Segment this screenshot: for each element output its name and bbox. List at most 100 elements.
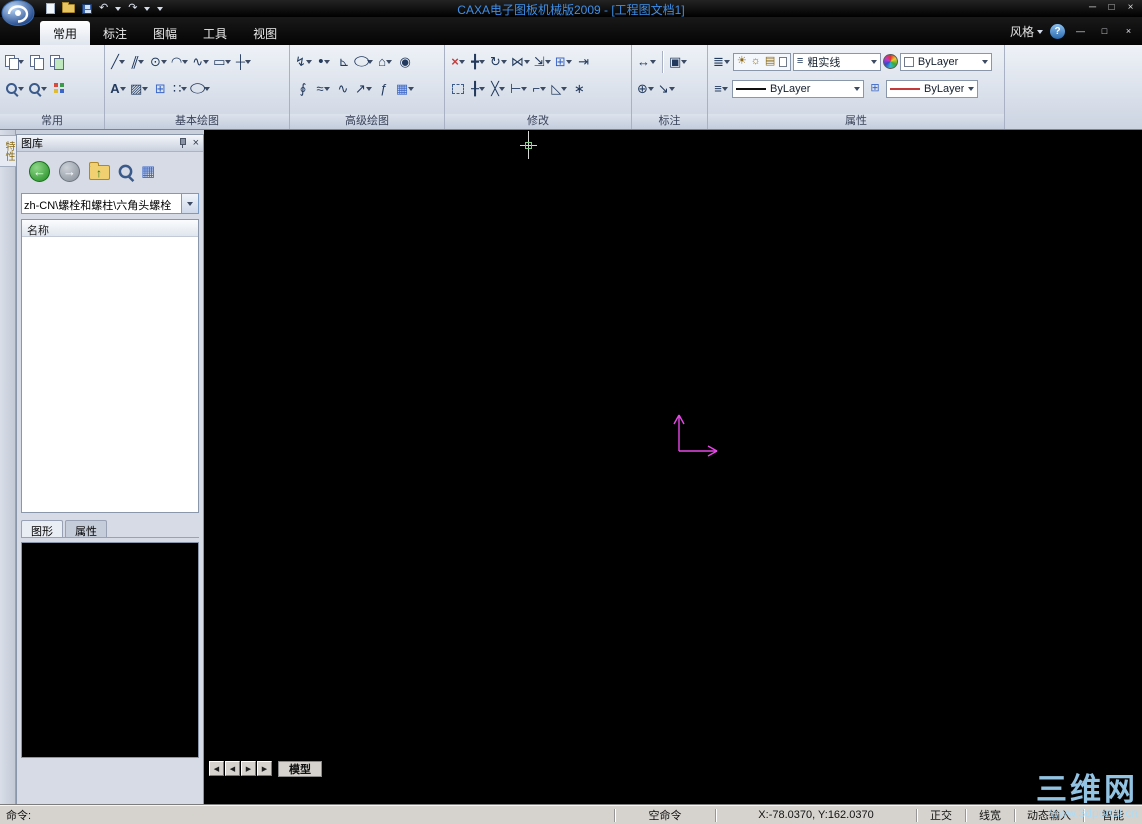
line-button[interactable]: ╱ — [109, 50, 127, 74]
color-wheel-icon[interactable] — [882, 54, 898, 69]
library-close-icon[interactable]: × — [193, 137, 199, 149]
layer-visibility-icon[interactable]: ☀ — [737, 56, 747, 67]
angle-line-button[interactable]: ⊾ — [335, 50, 353, 74]
tab-tools[interactable]: 工具 — [190, 21, 240, 45]
linewidth-select[interactable]: ByLayer — [886, 79, 978, 98]
oval-button[interactable]: ◯ — [353, 50, 374, 74]
erase-button[interactable]: × — [449, 50, 467, 74]
snap-mode-select[interactable]: 智能 — [1084, 807, 1142, 823]
tab-dimension[interactable]: 标注 — [90, 21, 140, 45]
explode-button[interactable]: ∗ — [570, 77, 588, 101]
window-controls: ─ □ × — [1083, 0, 1140, 15]
drawing-canvas[interactable]: ◀ ◀ ▶ ▶ 模型 — [204, 130, 1142, 805]
pin-icon[interactable] — [177, 137, 187, 149]
next-sheet-button[interactable]: ▶ — [241, 761, 256, 776]
view-mode-icon[interactable]: ▦ — [141, 164, 155, 179]
circle-button[interactable]: ⊙ — [149, 50, 168, 74]
parallel-line-button[interactable]: ∥ — [129, 50, 147, 74]
arrow-line-button[interactable]: ↗ — [354, 77, 373, 101]
folder-up-button[interactable]: ↑ — [89, 162, 110, 180]
array-button[interactable]: ⊞ — [554, 50, 573, 74]
display-style-button[interactable] — [50, 77, 68, 101]
tab-common[interactable]: 常用 — [40, 21, 91, 45]
ortho-toggle[interactable]: 正交 — [917, 807, 965, 823]
chamfer-button[interactable]: ◺ — [550, 77, 568, 101]
help-icon[interactable]: ? — [1050, 23, 1065, 39]
close-button[interactable]: × — [1121, 0, 1140, 15]
contour-button[interactable]: ∮ — [294, 77, 312, 101]
minimize-button[interactable]: ─ — [1083, 0, 1102, 15]
tab-graphics[interactable]: 图形 — [21, 520, 63, 538]
polygon-button[interactable]: ⌂ — [376, 50, 394, 74]
document-close-button[interactable]: × — [1120, 24, 1137, 38]
layer-freeze-icon[interactable]: ☼ — [751, 56, 761, 67]
format-brush-button[interactable] — [47, 50, 65, 74]
library-search-icon[interactable] — [117, 163, 133, 179]
first-sheet-button[interactable]: ◀ — [209, 761, 224, 776]
stretch-button[interactable]: ⇥ — [575, 50, 593, 74]
fillet-button[interactable]: ⌐ — [530, 77, 548, 101]
color-select[interactable]: ByLayer — [899, 52, 992, 71]
ellipse-button[interactable]: ◯ — [190, 77, 210, 101]
app-logo-icon[interactable] — [1, 0, 37, 27]
block-button[interactable]: ◉ — [396, 50, 414, 74]
library-path-input[interactable]: zh-CN\螺栓和螺柱\六角头螺栓 — [21, 193, 182, 214]
document-minimize-button[interactable]: — — [1072, 24, 1089, 38]
leader-button[interactable]: ↘ — [657, 77, 676, 101]
back-button[interactable]: ← — [29, 160, 50, 182]
library-list-header[interactable]: 名称 — [22, 220, 198, 237]
zigzag-line-button[interactable]: ∿ — [334, 77, 352, 101]
zoom-window-button[interactable] — [27, 77, 48, 101]
zoom-button[interactable] — [4, 77, 25, 101]
text-button[interactable]: A — [109, 77, 127, 101]
forward-button[interactable]: → — [59, 160, 80, 182]
tab-attributes[interactable]: 属性 — [65, 520, 107, 538]
style-button[interactable]: 风格 — [1010, 23, 1043, 40]
library-item-list[interactable]: 名称 — [21, 219, 199, 513]
arc-button[interactable]: ◠ — [170, 50, 189, 74]
last-sheet-button[interactable]: ▶ — [257, 761, 272, 776]
previous-sheet-button[interactable]: ◀ — [225, 761, 240, 776]
datum-button[interactable]: ⊕ — [636, 77, 655, 101]
point-button[interactable]: • — [315, 50, 333, 74]
dynamic-input-toggle[interactable]: 动态输入 — [1015, 807, 1083, 823]
layer-color-swatch[interactable] — [779, 56, 787, 67]
rectangle-button[interactable]: ▭ — [212, 50, 232, 74]
spline-button[interactable]: ∿ — [191, 50, 210, 74]
tab-view[interactable]: 视图 — [240, 21, 290, 45]
grid-block-button[interactable]: ▦ — [395, 77, 415, 101]
hatch-button[interactable]: ▨ — [129, 77, 149, 101]
model-tab[interactable]: 模型 — [278, 760, 322, 777]
maximize-button[interactable]: □ — [1102, 0, 1121, 15]
extend-button[interactable]: ⊢ — [509, 77, 528, 101]
linetype-select[interactable]: ≡ 粗实线 — [792, 52, 881, 71]
centerline-button[interactable]: ┼ — [234, 50, 252, 74]
wave-line-button[interactable]: ≈ — [314, 77, 332, 101]
document-restore-button[interactable]: □ — [1096, 24, 1113, 38]
move-button[interactable]: ╋ — [469, 50, 487, 74]
point-array-button[interactable]: ∷ — [171, 77, 189, 101]
line-style-button[interactable]: ≡ — [712, 77, 730, 101]
layer-settings-button[interactable]: ≣ — [712, 50, 731, 74]
paste-button[interactable] — [4, 50, 25, 74]
rotate-button[interactable]: ↻ — [489, 50, 508, 74]
linewidth-toggle[interactable]: 线宽 — [966, 807, 1014, 823]
polyline-button[interactable]: ↯ — [294, 50, 313, 74]
table-button[interactable]: ⊞ — [151, 77, 169, 101]
image-annotation-button[interactable]: ▣ — [668, 50, 688, 74]
copy-button[interactable] — [27, 50, 45, 74]
scale-button[interactable]: ⇲ — [533, 50, 552, 74]
linetype-style-select[interactable]: ByLayer — [732, 79, 864, 98]
break-button[interactable]: ╂ — [469, 77, 487, 101]
polygon-icon: ⌂ — [378, 54, 387, 69]
formula-curve-button[interactable]: ƒ — [375, 77, 393, 101]
trim-button[interactable]: ╳ — [489, 77, 507, 101]
tab-sheet[interactable]: 图幅 — [140, 21, 190, 45]
mirror-button[interactable]: ⋈ — [510, 50, 531, 74]
command-prompt-label[interactable]: 命令: — [0, 807, 37, 823]
layer-grid-button[interactable]: ⊞ — [866, 77, 884, 101]
select-box-button[interactable] — [449, 77, 467, 101]
library-path-dropdown-button[interactable] — [182, 193, 199, 214]
dimension-button[interactable]: ↔ — [636, 50, 657, 74]
layer-print-icon[interactable]: ▤ — [765, 56, 775, 67]
